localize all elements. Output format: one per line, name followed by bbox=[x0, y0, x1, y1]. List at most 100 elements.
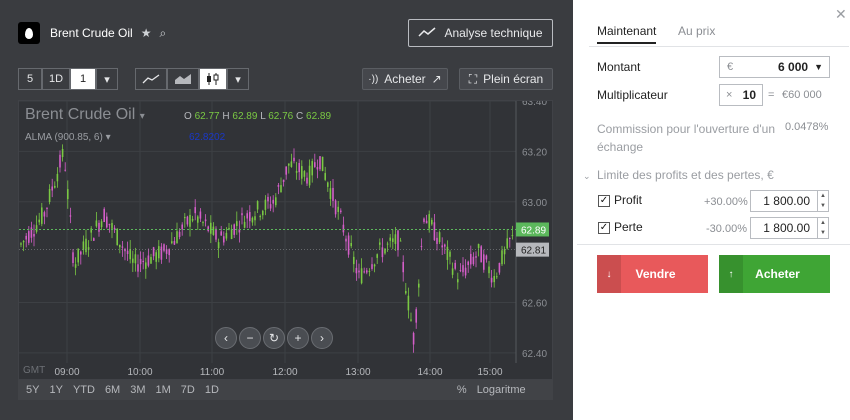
timeframe-1d[interactable]: 1D bbox=[205, 384, 219, 396]
search-icon[interactable]: ⌕ bbox=[159, 26, 166, 41]
candle-body bbox=[269, 204, 272, 209]
percent-scale-toggle[interactable]: % bbox=[457, 384, 467, 396]
price-chart[interactable]: 63.40 63.20 63.00 62.60 62.40 09:00 10:00 11:00… bbox=[18, 100, 553, 380]
candle-body bbox=[262, 210, 264, 216]
multiply-sign: × bbox=[726, 89, 733, 101]
candle-body bbox=[134, 254, 137, 264]
candle-body bbox=[454, 262, 456, 269]
candle-body bbox=[293, 157, 295, 162]
candle-body bbox=[51, 186, 53, 191]
technical-analysis-label: Analyse technique bbox=[444, 26, 543, 40]
timeframe-6m[interactable]: 6M bbox=[105, 384, 120, 396]
alma-indicator-label[interactable]: ALMA (900.85, 6) ▾ bbox=[25, 132, 111, 143]
candle-body bbox=[246, 213, 248, 219]
candle-body bbox=[288, 163, 290, 166]
multiplier-input[interactable]: × 10 bbox=[719, 84, 763, 106]
candle-body bbox=[431, 219, 433, 225]
log-scale-toggle[interactable]: Logaritme bbox=[477, 384, 526, 396]
x-tick-label: 14:00 bbox=[417, 367, 442, 378]
candlestick-chart-button[interactable] bbox=[199, 68, 227, 90]
candle-body bbox=[470, 253, 472, 265]
candle-body bbox=[225, 232, 228, 239]
area-chart-icon bbox=[175, 74, 191, 84]
candle-body bbox=[397, 230, 399, 251]
candle-body bbox=[59, 154, 61, 168]
interval-1[interactable]: 1 bbox=[70, 68, 96, 90]
timeframe-1y[interactable]: 1Y bbox=[49, 384, 62, 396]
reset-icon[interactable]: ↻ bbox=[263, 327, 285, 349]
candle-body bbox=[25, 235, 27, 240]
timeframe-5y[interactable]: 5Y bbox=[26, 384, 39, 396]
candle-body bbox=[389, 237, 391, 241]
candle-body bbox=[392, 238, 394, 242]
candle-body bbox=[488, 266, 490, 274]
interval-1d[interactable]: 1D bbox=[42, 68, 70, 90]
area-chart-button[interactable] bbox=[167, 68, 199, 90]
profit-checkbox[interactable]: ✓ bbox=[598, 195, 610, 207]
candle-body bbox=[493, 276, 495, 283]
zoom-out-icon[interactable]: − bbox=[239, 327, 261, 349]
candle-body bbox=[410, 319, 412, 321]
candle-body bbox=[61, 148, 64, 158]
timeframe-7d[interactable]: 7D bbox=[181, 384, 195, 396]
candle-body bbox=[132, 258, 134, 263]
close-icon[interactable]: ✕ bbox=[835, 6, 847, 23]
candle-body bbox=[85, 238, 87, 253]
candlestick-icon bbox=[207, 73, 219, 85]
divider bbox=[577, 244, 850, 245]
candle-body bbox=[319, 156, 321, 170]
loss-stepper[interactable]: ▲ ▼ bbox=[817, 218, 828, 238]
chevron-right-icon[interactable]: › bbox=[311, 327, 333, 349]
chevron-left-icon[interactable]: ‹ bbox=[215, 327, 237, 349]
loss-value: 1 800.00 bbox=[763, 221, 810, 235]
tab-at-price[interactable]: Au prix bbox=[678, 24, 715, 38]
candle-body bbox=[412, 332, 415, 345]
candle-body bbox=[259, 215, 261, 218]
candle-body bbox=[129, 248, 131, 260]
tab-now[interactable]: Maintenant bbox=[597, 24, 657, 44]
loss-checkbox[interactable]: ✓ bbox=[598, 222, 610, 234]
candle-body bbox=[210, 222, 212, 234]
candle-body bbox=[93, 238, 95, 241]
candle-body bbox=[197, 216, 199, 223]
buy-toolbar-label: Acheter bbox=[384, 72, 426, 86]
candle-body bbox=[275, 197, 277, 206]
candle-body bbox=[121, 246, 124, 248]
fullscreen-button[interactable]: ⛶ Plein écran bbox=[459, 68, 553, 90]
buy-button[interactable]: ↑ Acheter bbox=[719, 255, 830, 293]
sell-button[interactable]: ↓ Vendre bbox=[597, 255, 708, 293]
candle-body bbox=[251, 217, 254, 223]
candle-body bbox=[249, 212, 251, 222]
candle-body bbox=[56, 173, 59, 182]
candle-body bbox=[77, 248, 79, 263]
buy-toolbar-button[interactable]: ·)) Acheter ↗ bbox=[362, 68, 448, 90]
profit-stepper[interactable]: ▲ ▼ bbox=[817, 191, 828, 211]
interval-5[interactable]: 5 bbox=[18, 68, 42, 90]
timeframe-3m[interactable]: 3M bbox=[130, 384, 145, 396]
profit-percent: +30.00% bbox=[704, 196, 748, 208]
x-tick-label: 12:00 bbox=[272, 367, 297, 378]
candle-body bbox=[415, 309, 417, 323]
candle-body bbox=[272, 199, 274, 204]
loss-label: Perte bbox=[614, 220, 643, 234]
candle-body bbox=[386, 243, 389, 245]
line-chart-button[interactable] bbox=[135, 68, 167, 90]
limits-toggle[interactable]: ⌄ bbox=[583, 168, 591, 182]
candle-body bbox=[212, 226, 215, 235]
timeframe-ytd[interactable]: YTD bbox=[73, 384, 95, 396]
zoom-in-icon[interactable]: + bbox=[287, 327, 309, 349]
candle-body bbox=[438, 232, 441, 243]
candle-body bbox=[69, 215, 72, 217]
candle-body bbox=[236, 221, 238, 226]
technical-analysis-button[interactable]: Analyse technique bbox=[408, 19, 553, 47]
candle-body bbox=[332, 187, 334, 201]
interval-dropdown[interactable]: ▾ bbox=[96, 68, 118, 90]
candle-body bbox=[446, 246, 449, 260]
candle-body bbox=[360, 268, 363, 284]
chart-type-dropdown[interactable]: ▾ bbox=[227, 68, 249, 90]
timeframe-1m[interactable]: 1M bbox=[156, 384, 171, 396]
tab-divider bbox=[589, 46, 849, 47]
amount-input[interactable]: € 6 000 ▼ bbox=[719, 56, 830, 78]
commission-value: 0.0478% bbox=[785, 121, 829, 133]
star-icon[interactable]: ★ bbox=[141, 26, 152, 40]
